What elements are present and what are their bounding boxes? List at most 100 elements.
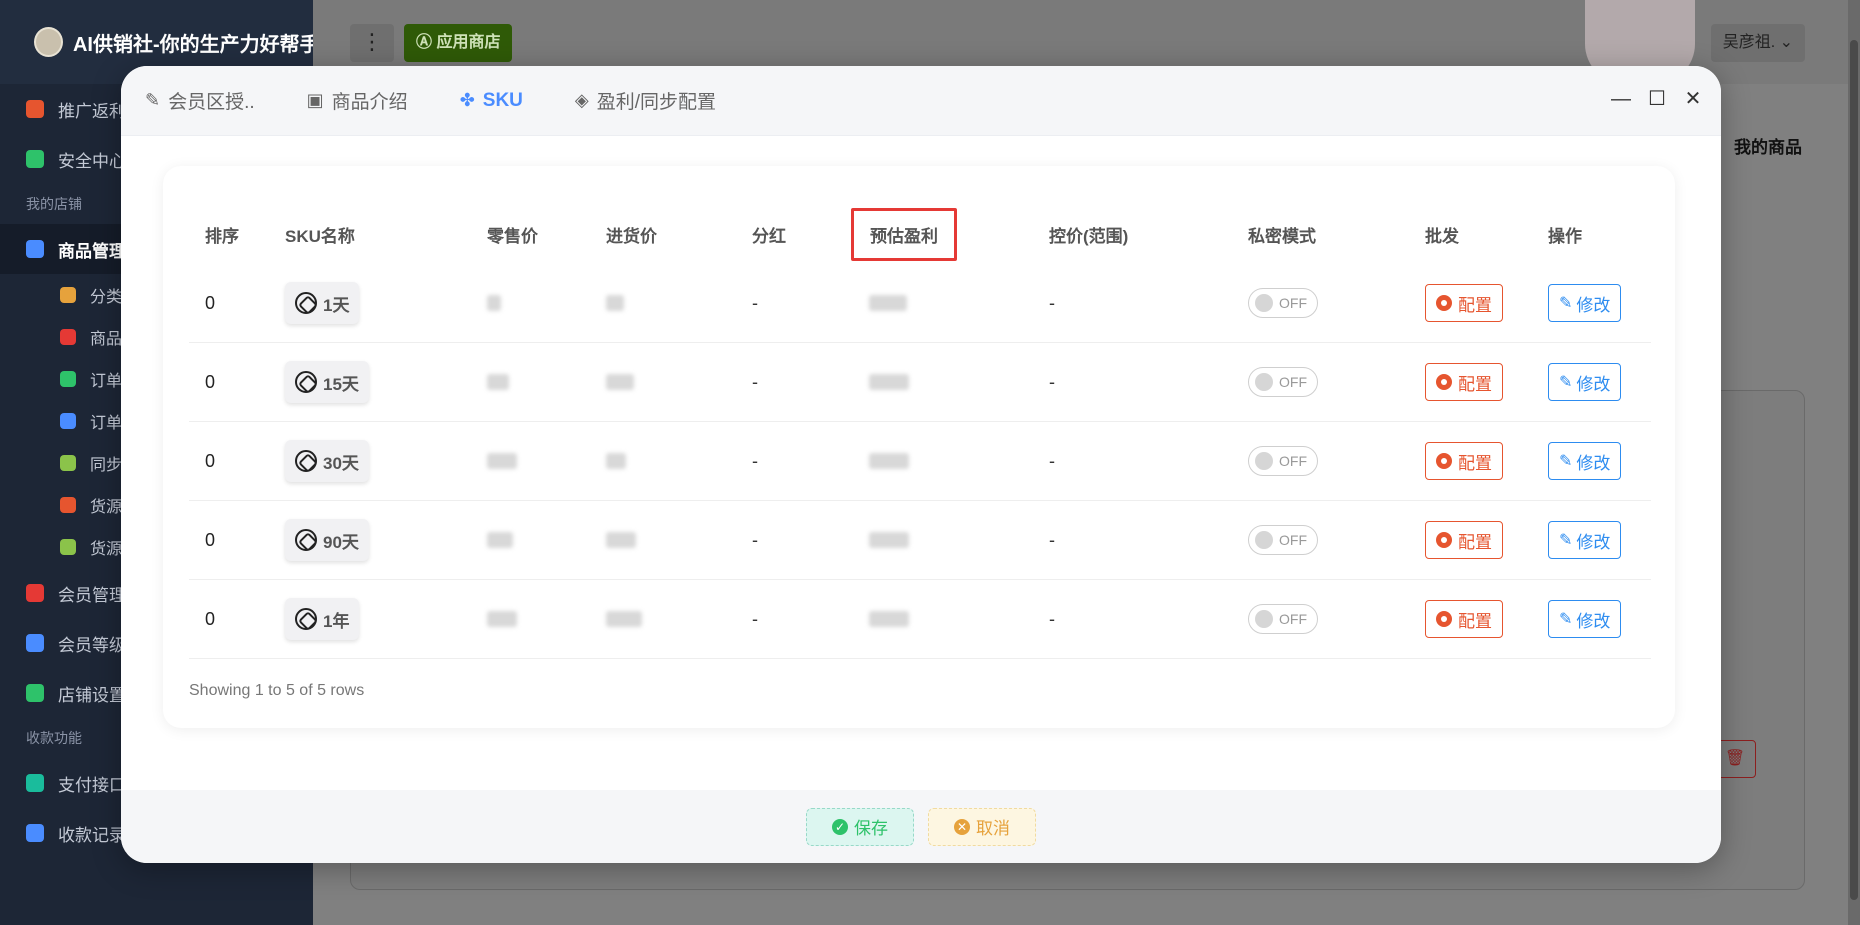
redacted-value xyxy=(487,453,517,469)
configure-button[interactable]: 配置 xyxy=(1425,284,1503,322)
openai-icon xyxy=(295,608,317,630)
tab-3[interactable]: ◈ 盈利/同步配置 xyxy=(575,87,716,114)
close-button[interactable]: ✕ xyxy=(1683,88,1703,110)
edit-button[interactable]: ✎ 修改 xyxy=(1548,521,1622,559)
retail-price-redacted xyxy=(487,264,501,342)
sidebar-item-goods-label: 商品管理 xyxy=(58,241,126,261)
gear-icon xyxy=(1436,295,1452,311)
dividend-cell: - xyxy=(752,529,758,550)
profit-redacted xyxy=(869,501,909,579)
sidebar-subitem-label: 货源 xyxy=(90,541,123,558)
openai-icon xyxy=(295,529,317,551)
sidebar-item-label: 推广返利 xyxy=(58,101,126,121)
cost-price-redacted xyxy=(606,264,624,342)
sidebar-subitem-label: 货源 xyxy=(90,499,123,516)
cancel-label: 取消 xyxy=(976,819,1010,838)
user-menu[interactable]: 吴彦祖. ⌄ xyxy=(1710,24,1805,62)
sku-name: 1天 xyxy=(323,295,350,315)
configure-button[interactable]: 配置 xyxy=(1425,521,1503,559)
configure-button[interactable]: 配置 xyxy=(1425,363,1503,401)
action-cell: ✎ 修改 xyxy=(1548,501,1622,579)
app-store-button[interactable]: Ⓐ 应用商店 xyxy=(404,24,513,62)
column-header: 批发 xyxy=(1425,204,1459,264)
scrollbar-thumb[interactable] xyxy=(1850,40,1858,900)
table-row: 0 1年 - - OFF 配置 ✎ 修改 xyxy=(189,580,1651,659)
private-mode-toggle[interactable]: OFF xyxy=(1248,367,1318,397)
column-header-label: SKU名称 xyxy=(285,226,355,246)
sku-chip: 1天 xyxy=(285,282,360,324)
sidebar-item-label: 安全中心 xyxy=(58,151,126,171)
private-mode-toggle[interactable]: OFF xyxy=(1248,604,1318,634)
private-mode-toggle[interactable]: OFF xyxy=(1248,525,1318,555)
sku-name: 90天 xyxy=(323,532,359,552)
gear-icon xyxy=(1436,453,1452,469)
redacted-value xyxy=(487,295,501,311)
toggle-label: OFF xyxy=(1279,611,1307,627)
sidebar-subitem-label: 同步 xyxy=(90,457,123,474)
edit-icon xyxy=(60,539,76,555)
save-label: 保存 xyxy=(854,819,888,838)
cancel-button[interactable]: ✕ 取消 xyxy=(928,807,1036,846)
wholesale-cell: 配置 xyxy=(1425,343,1503,421)
bag-icon xyxy=(60,329,76,345)
modal-tabs: ✎ 会员区授.. ▣ 商品介绍 ✤ SKU ◈ 盈利/同步配置 xyxy=(145,87,768,114)
save-button[interactable]: ✓ 保存 xyxy=(806,807,914,846)
tab-0[interactable]: ✎ 会员区授.. xyxy=(145,87,255,114)
app-store-label: 应用商店 xyxy=(436,34,501,51)
tab-2[interactable]: ✤ SKU xyxy=(460,90,523,112)
tab-1[interactable]: ▣ 商品介绍 xyxy=(307,87,408,114)
edit-button[interactable]: ✎ 修改 xyxy=(1548,600,1622,638)
price-control-cell: - xyxy=(1049,292,1055,313)
column-header-label: 操作 xyxy=(1548,226,1582,246)
price-control-cell: - xyxy=(1049,529,1055,550)
edit-button[interactable]: ✎ 修改 xyxy=(1548,442,1622,480)
dividend-cell: - xyxy=(752,371,758,392)
minimize-button[interactable]: — xyxy=(1611,88,1631,110)
page-scrollbar[interactable] xyxy=(1848,0,1860,925)
table-header: 排序 SKU名称 零售价 进货价 分红 预估盈利 控价(范围) 私密模式 批发 操作 xyxy=(189,204,1651,264)
sidebar-item-more-label: 会员管理 xyxy=(58,585,126,605)
maximize-button[interactable]: ☐ xyxy=(1647,88,1667,110)
sort-cell: 0 xyxy=(205,371,216,392)
sku-chip: 1年 xyxy=(285,598,360,640)
ticket-icon: ◈ xyxy=(574,90,589,110)
gear-icon xyxy=(1436,532,1452,548)
edit-button[interactable]: ✎ 修改 xyxy=(1548,363,1622,401)
private-mode-toggle[interactable]: OFF xyxy=(1248,288,1318,318)
sku-card: 排序 SKU名称 零售价 进货价 分红 预估盈利 控价(范围) 私密模式 批发 操作 0 1天 - - O… xyxy=(163,166,1675,728)
wholesale-cell: 配置 xyxy=(1425,580,1503,658)
private-mode-toggle[interactable]: OFF xyxy=(1248,446,1318,476)
configure-button[interactable]: 配置 xyxy=(1425,600,1503,638)
column-header-label: 批发 xyxy=(1425,226,1459,246)
sidebar-item-more-label: 会员等级 xyxy=(58,635,126,655)
sidebar-subitem-label: 商品 xyxy=(90,331,123,348)
yen-icon xyxy=(26,774,44,792)
app-store-icon: Ⓐ xyxy=(416,34,437,51)
cost-price-redacted xyxy=(606,343,634,421)
edit-icon: ✎ xyxy=(1559,453,1573,470)
column-header: 零售价 xyxy=(487,204,538,264)
more-menu-button[interactable]: ⋮ xyxy=(350,24,394,62)
sku-name-cell: 30天 xyxy=(285,422,369,500)
cost-price-redacted xyxy=(606,422,626,500)
cost-price-redacted xyxy=(606,501,636,579)
price-control-cell: - xyxy=(1049,450,1055,471)
tag-icon xyxy=(60,287,76,303)
edit-icon: ✎ xyxy=(1559,532,1573,549)
sku-chip: 30天 xyxy=(285,440,369,482)
retail-price-redacted xyxy=(487,580,517,658)
redacted-value xyxy=(606,374,634,390)
save-icon: ▣ xyxy=(306,90,324,110)
column-header: SKU名称 xyxy=(285,204,355,264)
configure-button[interactable]: 配置 xyxy=(1425,442,1503,480)
column-header-label: 排序 xyxy=(205,226,239,246)
redacted-value xyxy=(606,532,636,548)
toggle-knob xyxy=(1255,373,1273,391)
edit-button[interactable]: ✎ 修改 xyxy=(1548,284,1622,322)
sort-cell: 0 xyxy=(205,450,216,471)
redacted-value xyxy=(487,374,509,390)
sidebar-subitem-label: 订单 xyxy=(90,373,123,390)
toggle-label: OFF xyxy=(1279,295,1307,311)
toggle-label: OFF xyxy=(1279,374,1307,390)
ticket-icon xyxy=(60,455,76,471)
